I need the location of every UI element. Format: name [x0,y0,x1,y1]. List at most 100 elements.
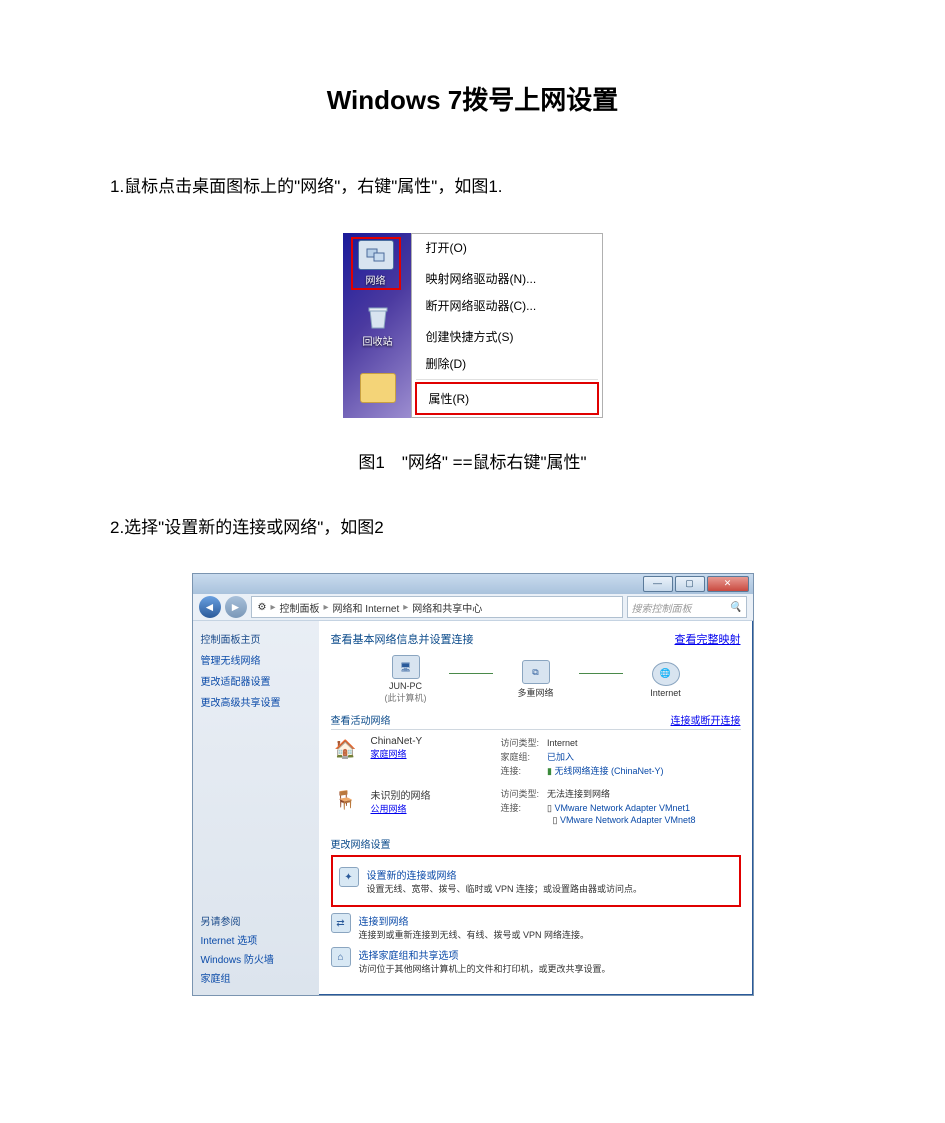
node-internet: 🌐 Internet [631,662,701,698]
active-networks-header: 查看活动网络 [331,712,391,727]
close-button[interactable]: ✕ [707,576,749,592]
sidebar-link-homegroup[interactable]: 家庭组 [201,970,311,985]
network-row-unidentified: 🪑 未识别的网络 公用网络 访问类型: 无法连接到网络 连接: ▯ VMware… [331,787,741,826]
network-name: 未识别的网络 [371,787,491,802]
node-multi-network: ⧉ 多重网络 [501,660,571,699]
computer-icon: 🖥 [392,655,420,679]
access-value: 无法连接到网络 [547,789,610,799]
content-heading: 查看基本网络信息并设置连接 [331,631,474,647]
step-2-text: 2.选择"设置新的连接或网络"，如图2 [110,513,835,544]
menu-delete[interactable]: 删除(D) [412,350,602,377]
nav-back-button[interactable]: ◄ [199,596,221,618]
minimize-button[interactable]: — [643,576,673,592]
adapter-icon: ▯ [553,815,558,825]
trash-icon [361,303,395,331]
network-desktop-icon[interactable]: 网络 [351,237,401,290]
menu-separator [416,379,598,380]
crumb-network-internet[interactable]: 网络和 Internet [333,600,400,615]
action-homegroup-sharing[interactable]: ⌂ 选择家庭组和共享选项 访问位于其他网络计算机上的文件和打印机，或更改共享设置… [331,947,741,975]
sidebar-link-firewall[interactable]: Windows 防火墙 [201,951,311,966]
sidebar-header: 控制面板主页 [201,631,311,646]
network-type-link[interactable]: 公用网络 [371,804,407,814]
search-placeholder: 搜索控制面板 [632,600,692,615]
menu-create-shortcut[interactable]: 创建快捷方式(S) [412,323,602,350]
sidebar-link-wireless[interactable]: 管理无线网络 [201,652,311,667]
action-desc: 访问位于其他网络计算机上的文件和打印机，或更改共享设置。 [359,962,611,975]
view-full-map-link[interactable]: 查看完整映射 [675,631,741,647]
action-title: 连接到网络 [359,913,590,928]
sidebar: 控制面板主页 管理无线网络 更改适配器设置 更改高级共享设置 另请参阅 Inte… [193,621,319,995]
sidebar-link-internet-options[interactable]: Internet 选项 [201,932,311,947]
node-pc-label: JUN-PC [389,681,422,691]
access-label: 访问类型: [501,736,545,749]
nav-forward-button[interactable]: ► [225,596,247,618]
menu-properties[interactable]: 属性(R) [417,384,597,413]
connect-icon: ⇄ [331,913,351,933]
homegroup-label: 家庭组: [501,750,545,763]
change-settings-header: 更改网络设置 [331,836,741,851]
globe-icon: 🌐 [652,662,680,686]
connection-label: 连接: [501,764,545,777]
network-name: ChinaNet-Y [371,736,491,747]
homegroup-icon: ⌂ [331,947,351,967]
content-panel: 查看基本网络信息并设置连接 查看完整映射 🖥 JUN-PC (此计算机) ⧉ 多… [319,621,753,995]
public-network-icon: 🪑 [331,787,361,813]
network-type-link[interactable]: 家庭网络 [371,749,407,759]
homegroup-value[interactable]: 已加入 [547,752,574,762]
search-input[interactable]: 搜索控制面板 🔍 [627,596,747,618]
menu-open[interactable]: 打开(O) [412,234,602,261]
step-1-text: 1.鼠标点击桌面图标上的"网络"，右键"属性"，如图1. [110,172,835,203]
page-title: Windows 7拨号上网设置 [110,80,835,117]
home-network-icon: 🏠 [331,736,361,762]
node-internet-label: Internet [650,688,681,698]
node-multi-label: 多重网络 [517,686,553,699]
action-setup-new-connection[interactable]: ✦ 设置新的连接或网络 设置无线、宽带、拨号、临时或 VPN 连接；或设置路由器… [339,867,733,895]
sidebar-see-also: 另请参阅 [201,913,311,928]
action-title: 选择家庭组和共享选项 [359,947,611,962]
network-row-chinanet: 🏠 ChinaNet-Y 家庭网络 访问类型: Internet 家庭组: 已加… [331,736,741,777]
folder-glyph-icon [360,373,396,403]
sidebar-link-sharing[interactable]: 更改高级共享设置 [201,694,311,709]
action-desc: 设置无线、宽带、拨号、临时或 VPN 连接；或设置路由器或访问点。 [367,882,643,895]
recycle-bin-label: 回收站 [363,333,393,348]
figure-1-caption: 图1 "网络" ==鼠标右键"属性" [110,448,835,473]
multinet-icon: ⧉ [522,660,550,684]
network-line [579,673,623,675]
sidebar-link-adapters[interactable]: 更改适配器设置 [201,673,311,688]
action-connect-to-network[interactable]: ⇄ 连接到网络 连接到或重新连接到无线、有线、拨号或 VPN 网络连接。 [331,913,741,941]
maximize-button[interactable]: ▢ [675,576,705,592]
connection-value-1[interactable]: VMware Network Adapter VMnet1 [554,803,690,813]
figure-1: 网络 回收站 打开(O) 映射网络驱动器(N)... 断开网络驱动器(C)... [110,233,835,418]
network-map: 🖥 JUN-PC (此计算机) ⧉ 多重网络 🌐 Internet [331,655,741,704]
connection-value-2[interactable]: VMware Network Adapter VMnet8 [560,815,696,825]
connection-label: 连接: [501,801,545,814]
network-icon-label: 网络 [366,272,386,287]
node-this-pc: 🖥 JUN-PC (此计算机) [371,655,441,704]
window-titlebar: — ▢ ✕ [193,574,753,594]
figure-2: — ▢ ✕ ◄ ► ⚙ ▸ 控制面板 ▸ 网络和 Internet ▸ 网络和共… [110,573,835,996]
adapter-icon: ▯ [547,803,552,813]
access-label: 访问类型: [501,787,545,800]
address-bar: ◄ ► ⚙ ▸ 控制面板 ▸ 网络和 Internet ▸ 网络和共享中心 搜索… [193,594,753,621]
control-panel-icon: ⚙ [258,602,267,613]
action-title: 设置新的连接或网络 [367,867,643,882]
setup-connection-icon: ✦ [339,867,359,887]
highlighted-action-box: ✦ 设置新的连接或网络 设置无线、宽带、拨号、临时或 VPN 连接；或设置路由器… [331,855,741,907]
menu-disconnect-drive[interactable]: 断开网络驱动器(C)... [412,292,602,319]
desktop-background: 网络 回收站 [343,233,411,418]
search-icon: 🔍 [729,602,741,613]
connect-disconnect-link[interactable]: 连接或断开连接 [671,712,741,727]
node-pc-sublabel: (此计算机) [385,691,427,704]
crumb-sharing-center[interactable]: 网络和共享中心 [412,600,482,615]
menu-properties-highlight: 属性(R) [415,382,599,415]
menu-map-drive[interactable]: 映射网络驱动器(N)... [412,265,602,292]
context-menu: 打开(O) 映射网络驱动器(N)... 断开网络驱动器(C)... 创建快捷方式… [411,233,603,418]
breadcrumb[interactable]: ⚙ ▸ 控制面板 ▸ 网络和 Internet ▸ 网络和共享中心 [251,596,623,618]
folder-icon[interactable] [353,373,403,403]
connection-value[interactable]: 无线网络连接 (ChinaNet-Y) [554,766,663,776]
crumb-control-panel[interactable]: 控制面板 [280,600,320,615]
network-icon [358,240,394,270]
access-value: Internet [547,738,578,748]
signal-icon: ▮ [547,766,552,776]
recycle-bin-icon[interactable]: 回收站 [353,303,403,348]
